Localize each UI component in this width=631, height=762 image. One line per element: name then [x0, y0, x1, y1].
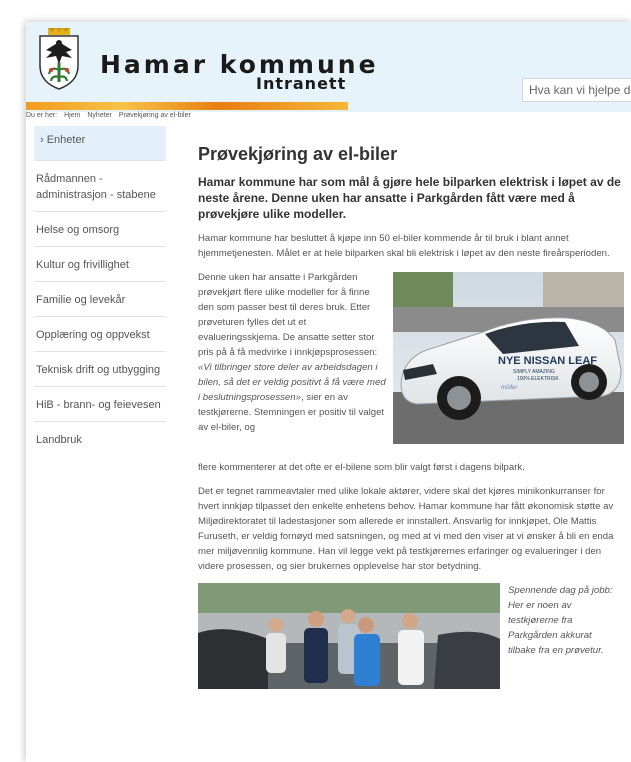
sidebar-item-familie-og-levekar[interactable]: Familie og levekår: [34, 282, 166, 317]
header-decorative-stripe: [26, 102, 348, 110]
sidebar-item-landbruk[interactable]: Landbruk: [34, 422, 166, 456]
article: Prøvekjøring av el-biler Hamar kommune h…: [198, 144, 624, 693]
article-paragraph-1: Hamar kommune har besluttet å kjøpe inn …: [198, 233, 610, 259]
sidebar-item-teknisk-drift[interactable]: Teknisk drift og utbygging: [34, 352, 166, 387]
p2-before: Denne uken har ansatte i Parkgården prøv…: [198, 272, 378, 358]
car-text-line1: NYE NISSAN LEAF: [498, 355, 597, 367]
sidebar-item-hib-brann[interactable]: HiB - brann- og feievesen: [34, 387, 166, 422]
sidebar-item-helse-og-omsorg[interactable]: Helse og omsorg: [34, 212, 166, 247]
sidebar-item-radmannen[interactable]: Rådmannen - administrasjon - stabene: [34, 161, 166, 212]
hamar-coat-of-arms-logo[interactable]: [34, 28, 84, 90]
car-text-line2: SIMPLY AMAZING: [513, 369, 555, 375]
breadcrumb-link-home[interactable]: Hjem: [64, 112, 80, 119]
test-drivers-group-photo[interactable]: [198, 583, 500, 689]
intranet-page: Hamar kommune Intranett Hva kan vi hjelp…: [26, 22, 631, 762]
article-paragraph-2-continued: flere kommenterer at det ofte er el-bile…: [198, 462, 525, 473]
car-dealer-text: möller: [501, 385, 518, 391]
sidebar-item-opplaering-og-oppvekst[interactable]: Opplæring og oppvekst: [34, 317, 166, 352]
article-paragraph-3: Det er tegnet rammeavtaler med ulike lok…: [198, 486, 614, 572]
article-photo-block: Spennende dag på jobb: Her er noen av te…: [198, 583, 624, 693]
brand-subtitle: Intranett: [256, 74, 347, 93]
breadcrumb-link-news[interactable]: Nyheter: [87, 112, 112, 119]
article-title: Prøvekjøring av el-biler: [198, 144, 398, 164]
site-header: Hamar kommune Intranett Hva kan vi hjelp…: [26, 22, 631, 112]
sidebar-nav: › Enheter Rådmannen - administrasjon - s…: [34, 126, 166, 456]
breadcrumb-prefix: Du er her:: [26, 112, 58, 119]
photo-caption: Spennende dag på jobb: Her er noen av te…: [508, 585, 613, 656]
article-lead: Hamar kommune har som mål å gjøre hele b…: [198, 175, 621, 221]
car-text-line3: 100% ELEKTRISK: [517, 376, 559, 382]
p2-quote: «Vi tilbringer store deler av arbeidsdag…: [198, 362, 386, 403]
sidebar-item-kultur-og-frivillighet[interactable]: Kultur og frivillighet: [34, 247, 166, 282]
breadcrumb-current: Prøvekjøring av el-biler: [118, 112, 191, 119]
search-input[interactable]: Hva kan vi hjelpe deg med?: [522, 78, 631, 102]
sidebar-item-enheter[interactable]: › Enheter: [34, 126, 166, 161]
electric-car-photo[interactable]: NYE NISSAN LEAF SIMPLY AMAZING 100% ELEK…: [393, 272, 624, 444]
article-float-block: Denne uken har ansatte i Parkgården prøv…: [198, 270, 624, 460]
article-paragraph-2: Denne uken har ansatte i Parkgården prøv…: [198, 270, 388, 435]
breadcrumb: Du er her: Hjem Nyheter Prøvekjøring av …: [26, 112, 196, 126]
